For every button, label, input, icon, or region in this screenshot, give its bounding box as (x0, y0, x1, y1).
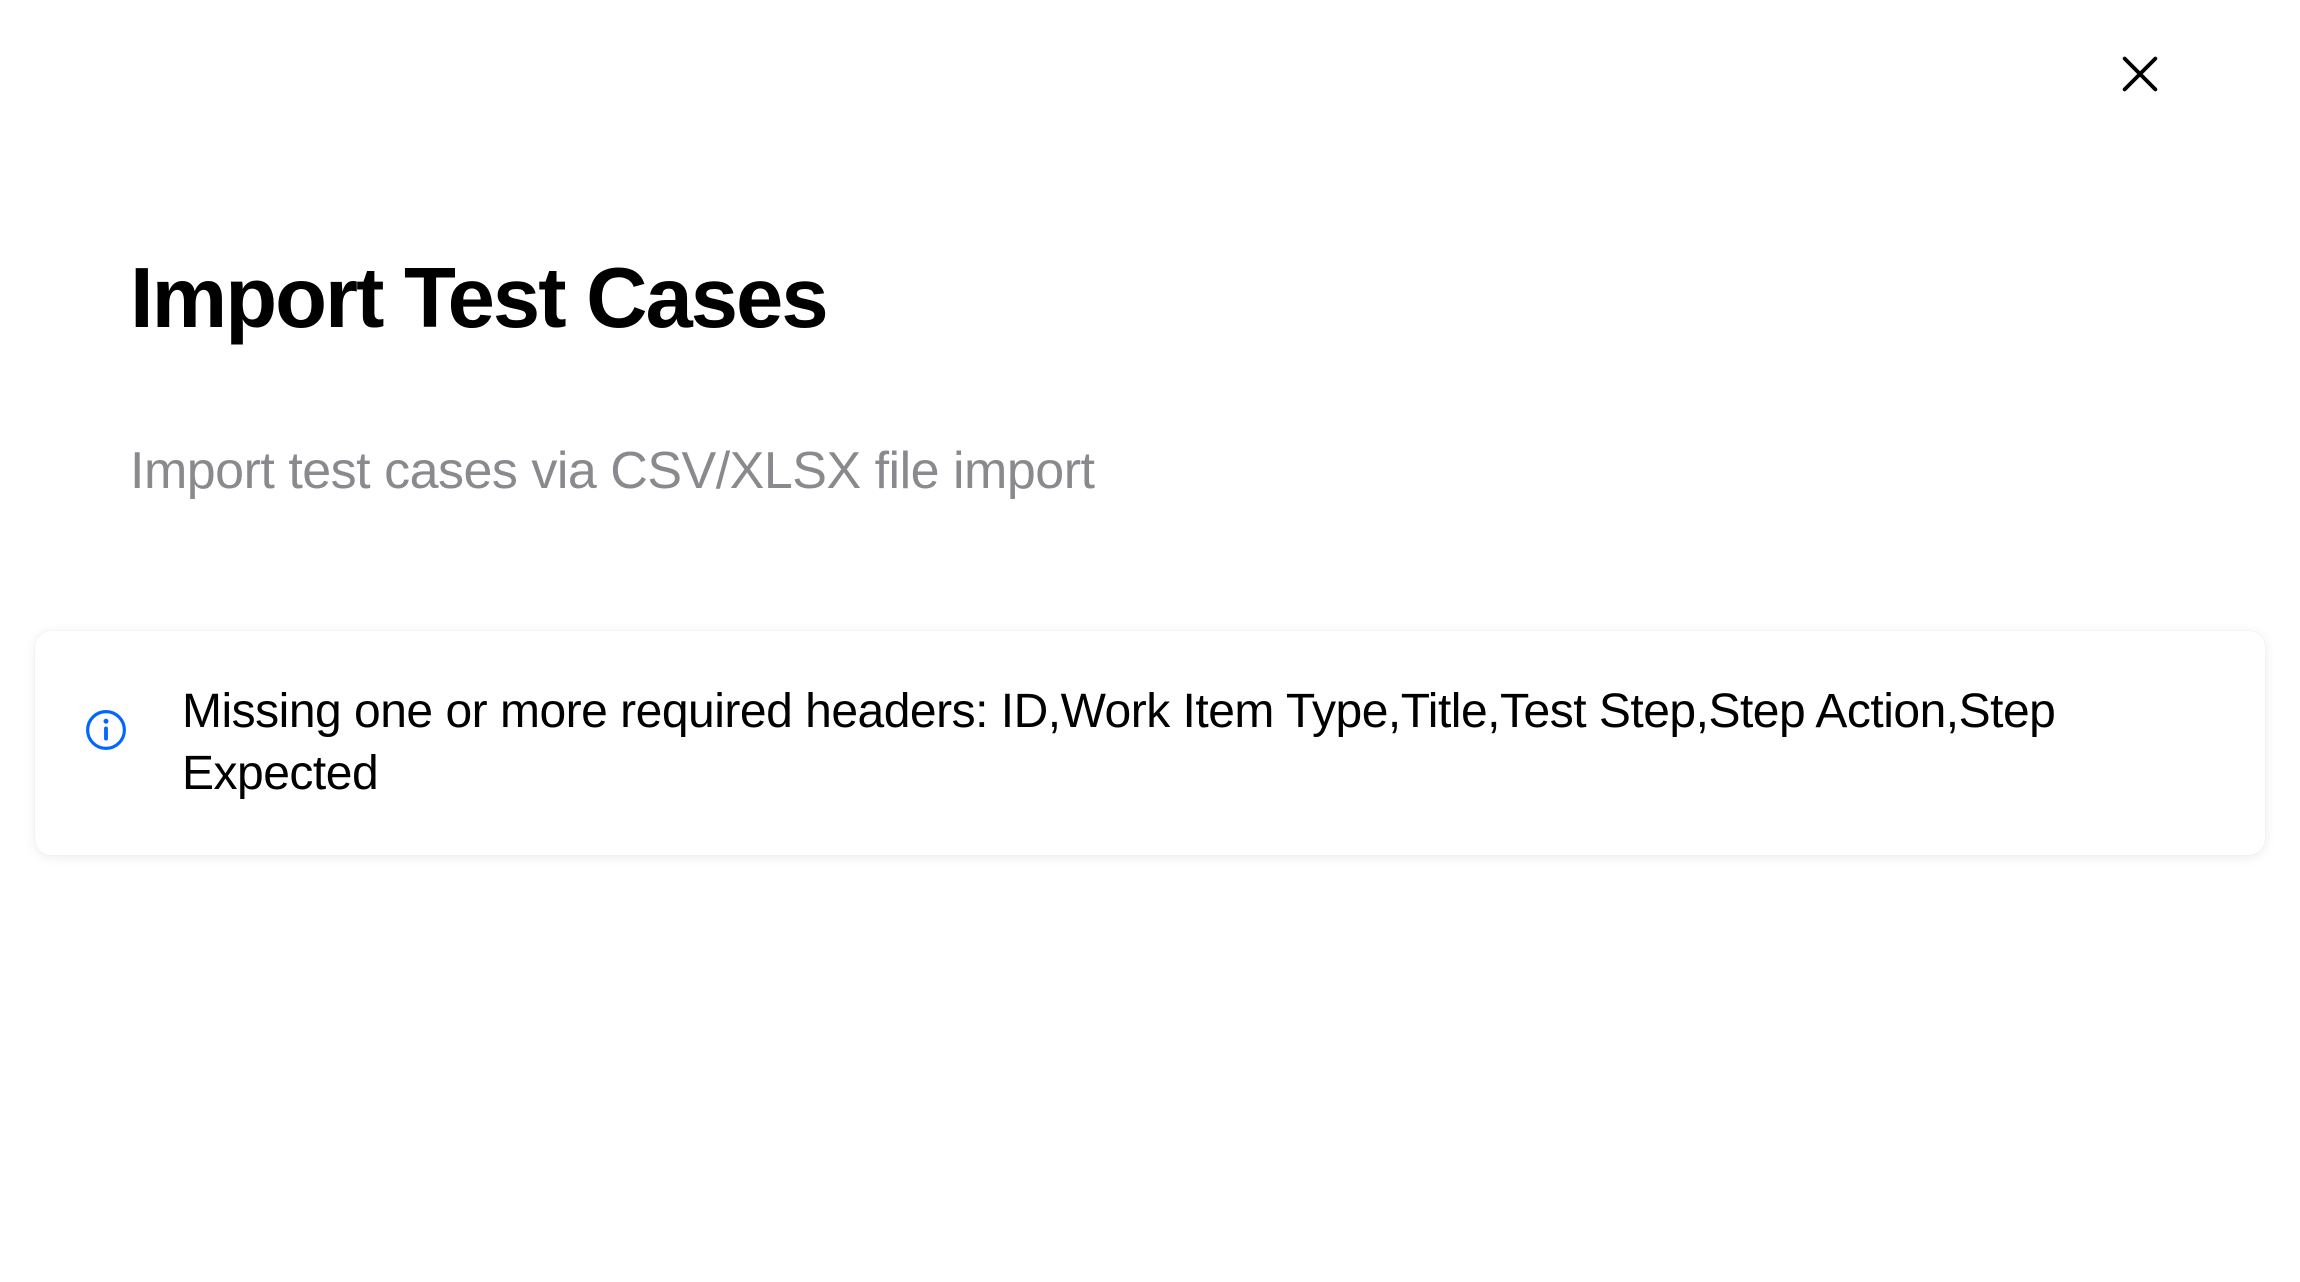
close-icon (2117, 51, 2163, 100)
dialog-subtitle: Import test cases via CSV/XLSX file impo… (130, 441, 2170, 501)
alert-card: Missing one or more required headers: ID… (35, 631, 2265, 856)
dialog-content: Import Test Cases Import test cases via … (0, 0, 2300, 855)
close-button[interactable] (2110, 45, 2170, 105)
alert-message: Missing one or more required headers: ID… (182, 681, 2195, 806)
info-icon (85, 709, 127, 751)
dialog-title: Import Test Cases (130, 252, 2170, 346)
